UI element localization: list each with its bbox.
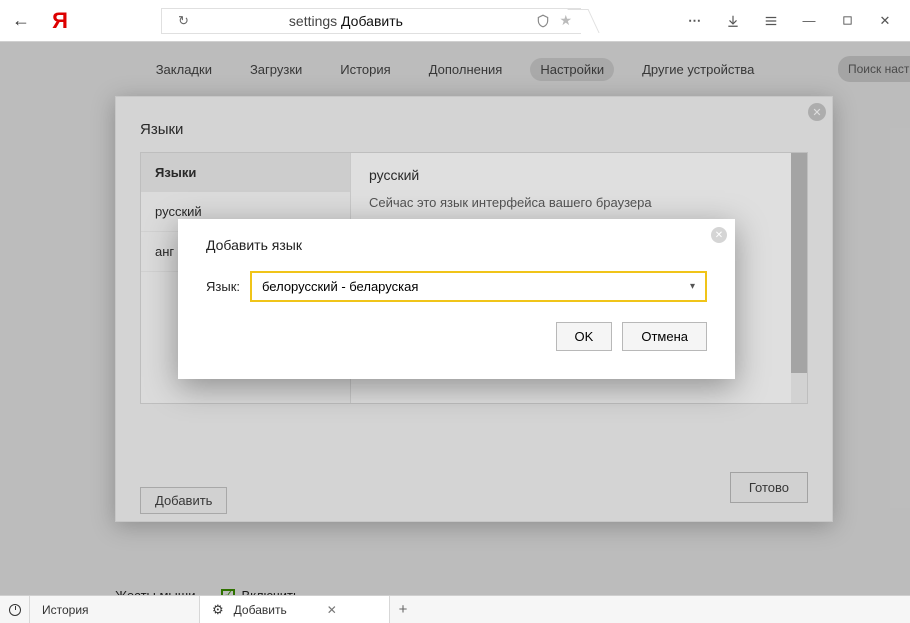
add-language-title: Добавить язык: [178, 219, 735, 271]
bookmark-star-icon[interactable]: ★: [559, 12, 572, 29]
address-strong: Добавить: [341, 13, 403, 29]
add-language-close-icon[interactable]: ✕: [711, 227, 727, 243]
add-language-actions: OK Отмена: [178, 302, 735, 351]
language-field-label: Язык:: [206, 279, 240, 294]
minimize-button[interactable]: —: [790, 1, 828, 41]
new-tab-button[interactable]: +: [390, 596, 416, 623]
yandex-logo[interactable]: Я: [46, 7, 74, 35]
clock-icon: [9, 604, 21, 616]
address-bar[interactable]: ↻ settings Добавить ★: [161, 8, 581, 34]
close-button[interactable]: ✕: [866, 1, 904, 41]
taskbar-history-tab[interactable]: История: [30, 596, 200, 623]
taskbar-tab-close-icon[interactable]: ✕: [327, 603, 337, 617]
taskbar-clock[interactable]: [0, 596, 30, 623]
taskbar-active-tab[interactable]: ⚙ Добавить ✕: [200, 596, 390, 623]
address-wrap: ↻ settings Добавить ★: [74, 8, 668, 34]
maximize-button[interactable]: [828, 1, 866, 41]
hamburger-menu-icon[interactable]: [752, 1, 790, 41]
shield-icon[interactable]: [536, 14, 550, 28]
language-select-value: белорусский - беларуская: [262, 279, 418, 294]
address-prefix: settings: [289, 13, 337, 29]
language-select[interactable]: белорусский - беларуская ▾: [250, 271, 707, 302]
bottom-taskbar: История ⚙ Добавить ✕ +: [0, 595, 910, 623]
gear-icon: ⚙: [212, 602, 224, 618]
taskbar-active-tab-label: Добавить: [234, 603, 287, 617]
add-language-modal: ✕ Добавить язык Язык: белорусский - бела…: [178, 219, 735, 379]
window-controls: ⋯ — ✕: [676, 1, 904, 41]
browser-titlebar: ← Я ↻ settings Добавить ★ ⋯ — ✕: [0, 0, 910, 42]
back-button[interactable]: ←: [0, 10, 42, 31]
cancel-button[interactable]: Отмена: [622, 322, 707, 351]
more-menu-icon[interactable]: ⋯: [676, 1, 714, 41]
ok-button[interactable]: OK: [556, 322, 613, 351]
chevron-down-icon: ▾: [690, 281, 695, 292]
downloads-icon[interactable]: [714, 1, 752, 41]
add-language-row: Язык: белорусский - беларуская ▾: [178, 271, 735, 302]
taskbar-history-label: История: [42, 603, 89, 617]
reload-icon[interactable]: ↻: [178, 13, 189, 29]
address-text: settings Добавить: [289, 13, 403, 29]
